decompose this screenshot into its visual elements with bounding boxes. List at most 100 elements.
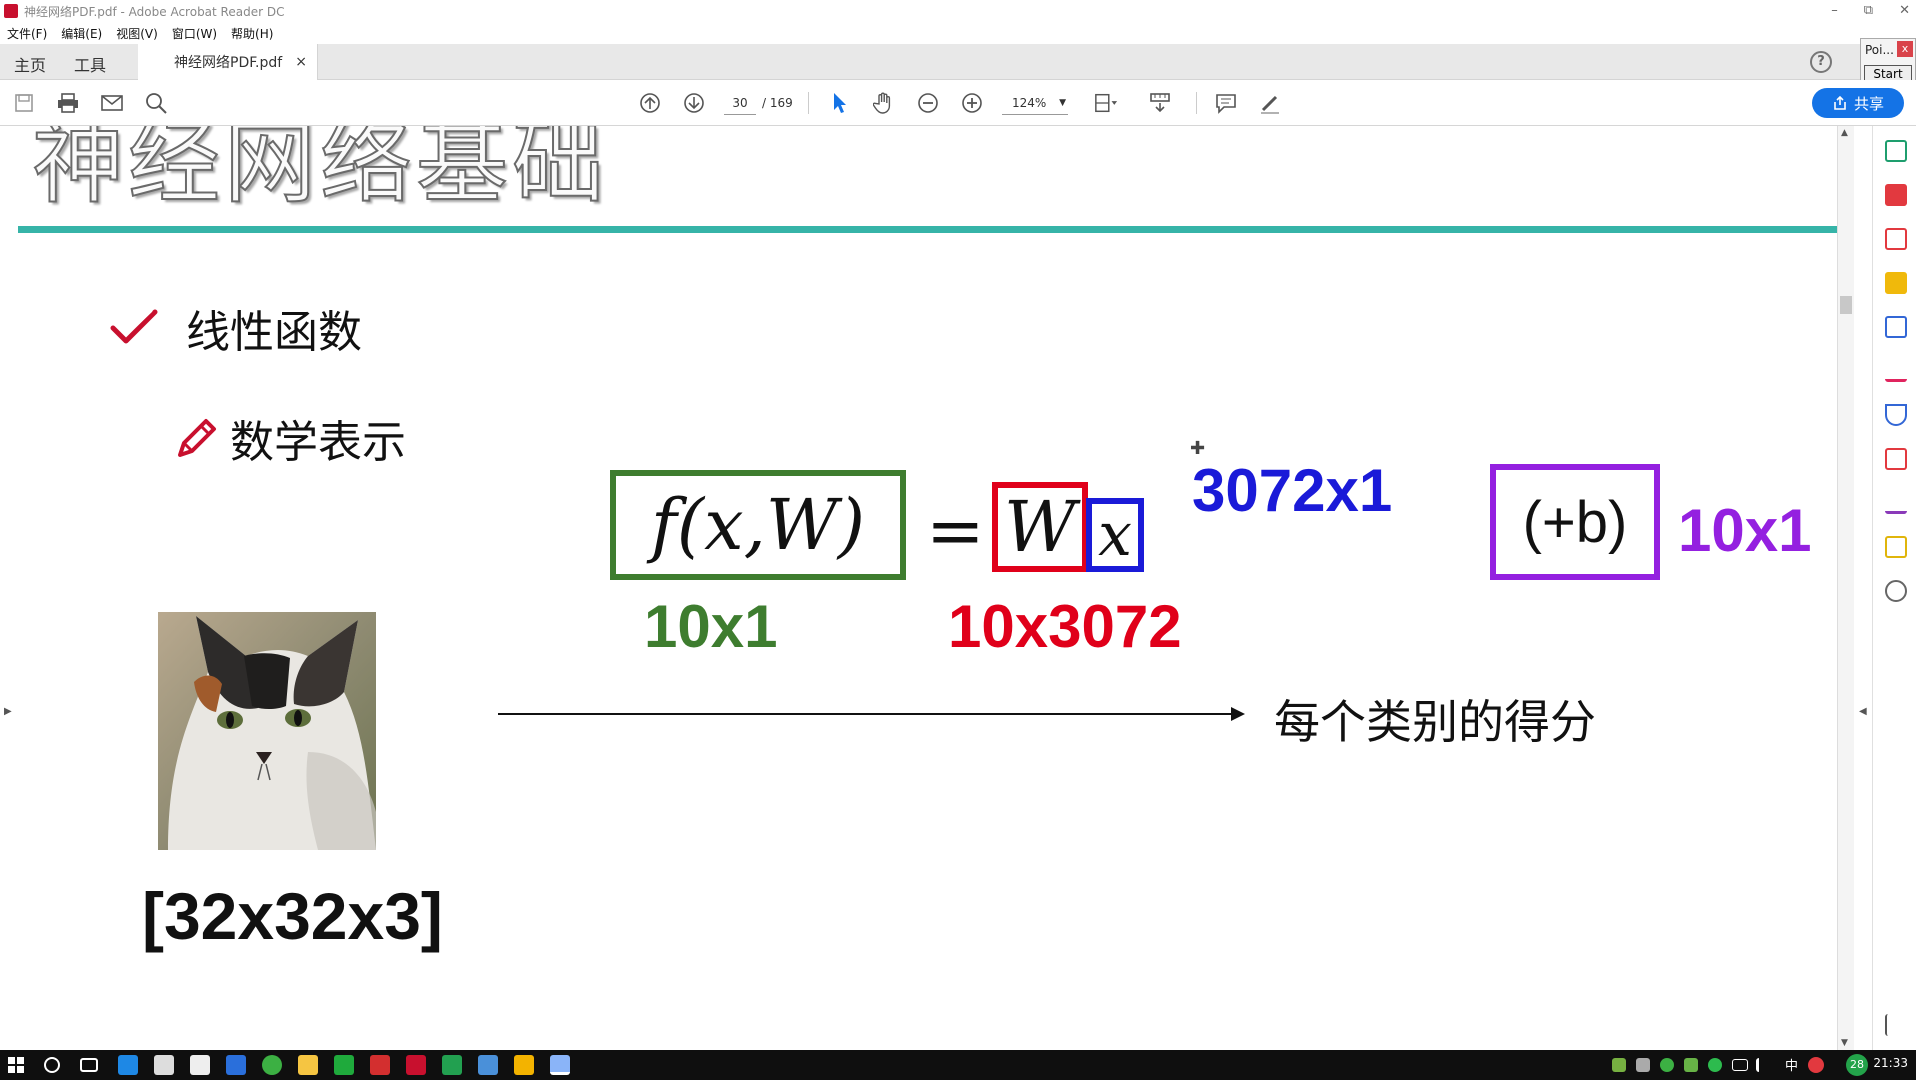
menu-file[interactable]: 文件(F) [0, 25, 54, 42]
edit-pdf-icon[interactable] [1885, 448, 1907, 470]
minimize-icon[interactable]: – [1831, 0, 1838, 22]
tray-plus-icon[interactable] [1708, 1058, 1722, 1072]
weights-box: W [992, 482, 1088, 572]
print-icon[interactable] [56, 91, 80, 115]
share-icon [1834, 95, 1846, 110]
mail-icon[interactable] [190, 1055, 210, 1075]
poi-close-icon[interactable]: x [1897, 41, 1913, 57]
network-icon[interactable] [1732, 1059, 1748, 1071]
edge-icon[interactable] [118, 1055, 138, 1075]
prev-page-icon[interactable] [638, 91, 662, 115]
hand-tool-icon[interactable] [872, 91, 896, 115]
protect-icon[interactable] [1885, 404, 1907, 426]
clock[interactable]: 21:33 [1873, 1056, 1908, 1070]
right-panel-toggle-icon[interactable]: ◀ [1859, 706, 1867, 717]
acrobat-taskbar-icon[interactable] [406, 1055, 426, 1075]
create-pdf-icon[interactable] [1885, 184, 1907, 206]
volume-icon[interactable] [1756, 1058, 1770, 1072]
store-icon[interactable] [154, 1055, 174, 1075]
tray-sogou-icon[interactable] [1808, 1057, 1824, 1073]
poi-panel: Poi... x Start [1860, 38, 1916, 86]
wechat-icon[interactable] [262, 1055, 282, 1075]
highlight-pen-icon[interactable] [1258, 91, 1282, 115]
class-scores-label: 每个类别的得分 [1274, 695, 1596, 749]
app-red-icon[interactable] [370, 1055, 390, 1075]
menu-view[interactable]: 视图(V) [109, 25, 165, 42]
tray-wechat-icon[interactable] [1660, 1058, 1674, 1072]
zoom-select[interactable]: 124% ▼ [1002, 91, 1068, 115]
app-window-icon[interactable] [478, 1055, 498, 1075]
taskbar: 中 28 21:33 [0, 1050, 1916, 1080]
tab-close-icon[interactable]: × [295, 54, 307, 70]
toolbar-divider [1196, 92, 1197, 114]
app-icon[interactable] [226, 1055, 246, 1075]
chevron-down-icon: ▼ [1059, 98, 1066, 108]
vertical-scrollbar[interactable]: ▲ ▼ [1838, 126, 1854, 1050]
menu-help[interactable]: 帮助(H) [224, 25, 280, 42]
toolbar-divider [808, 92, 809, 114]
fill-sign-icon[interactable] [1885, 360, 1907, 382]
pencil-icon [178, 419, 216, 457]
menu-window[interactable]: 窗口(W) [165, 25, 224, 42]
share-label: 共享 [1853, 94, 1884, 113]
document-tab[interactable]: 神经网络PDF.pdf × [138, 44, 318, 80]
formula-function-box: f(x,W) [610, 470, 906, 580]
page-number-input[interactable]: 30 [724, 91, 756, 115]
organize-pages-icon[interactable] [1885, 228, 1907, 250]
scroll-thumb[interactable] [1840, 296, 1852, 314]
weights-dimension: 10x3072 [948, 593, 1182, 660]
poi-title: Poi... [1865, 43, 1894, 57]
send-for-signature-icon[interactable] [1885, 492, 1907, 514]
menu-edit[interactable]: 编辑(E) [54, 25, 109, 42]
restore-icon[interactable]: ⧉ [1864, 0, 1873, 22]
send-track-icon[interactable] [1885, 536, 1907, 558]
cortana-icon[interactable] [44, 1057, 60, 1073]
tray-shield-icon[interactable] [1684, 1058, 1698, 1072]
comment-icon[interactable] [1214, 91, 1238, 115]
equals-sign: = [926, 490, 985, 572]
combine-files-icon[interactable] [1885, 316, 1907, 338]
bias-dimension: 10x1 [1678, 497, 1812, 564]
home-tab[interactable]: 主页 [14, 52, 46, 76]
acrobat-icon [4, 4, 18, 18]
email-icon[interactable] [100, 91, 124, 115]
zoom-in-icon[interactable] [960, 91, 984, 115]
document-tab-label: 神经网络PDF.pdf [174, 55, 283, 71]
task-view-icon[interactable] [80, 1058, 98, 1072]
tab-bar: 主页 工具 神经网络PDF.pdf × ? [0, 44, 1916, 80]
scroll-up-icon[interactable]: ▲ [1841, 128, 1848, 138]
tools-tab[interactable]: 工具 [74, 52, 106, 76]
app-refresh-icon[interactable] [442, 1055, 462, 1075]
tray-app-icon[interactable] [1636, 1058, 1650, 1072]
zoom-value: 124% [1012, 96, 1047, 110]
select-tool-icon[interactable] [828, 91, 852, 115]
close-icon[interactable]: ✕ [1899, 0, 1910, 22]
next-page-icon[interactable] [682, 91, 706, 115]
windows-start-icon[interactable] [8, 1057, 24, 1073]
export-pdf-icon[interactable] [1885, 140, 1907, 162]
save-icon[interactable] [12, 91, 36, 115]
more-tools-icon[interactable] [1885, 580, 1907, 602]
fit-page-icon[interactable] [1094, 91, 1118, 115]
share-button[interactable]: 共享 [1812, 88, 1904, 118]
zoom-out-icon[interactable] [916, 91, 940, 115]
help-icon[interactable]: ? [1810, 51, 1832, 73]
bullet2-label: 数学表示 [230, 417, 406, 468]
tray-nvidia-icon[interactable] [1612, 1058, 1626, 1072]
notification-badge[interactable]: 28 [1846, 1054, 1868, 1076]
active-app-icon[interactable] [550, 1055, 570, 1075]
bullet-linear-function: 线性函数 [110, 296, 362, 360]
scroll-mode-icon[interactable] [1148, 91, 1172, 115]
ime-indicator[interactable]: 中 [1785, 1055, 1798, 1074]
file-explorer-icon[interactable] [298, 1055, 318, 1075]
search-icon[interactable] [144, 91, 168, 115]
left-panel-toggle-icon[interactable]: ▶ [4, 706, 12, 717]
bullet-math-representation: 数学表示 [174, 406, 406, 470]
app-green-icon[interactable] [334, 1055, 354, 1075]
scroll-down-icon[interactable]: ▼ [1841, 1038, 1848, 1048]
collapse-pane-icon[interactable] [1885, 1014, 1907, 1036]
slide-title: 神经网络基础 [31, 126, 609, 217]
app-yellow-icon[interactable] [514, 1055, 534, 1075]
toolbar: 30 / 169 124% ▼ 共享 [0, 80, 1916, 126]
comment-tool-icon[interactable] [1885, 272, 1907, 294]
